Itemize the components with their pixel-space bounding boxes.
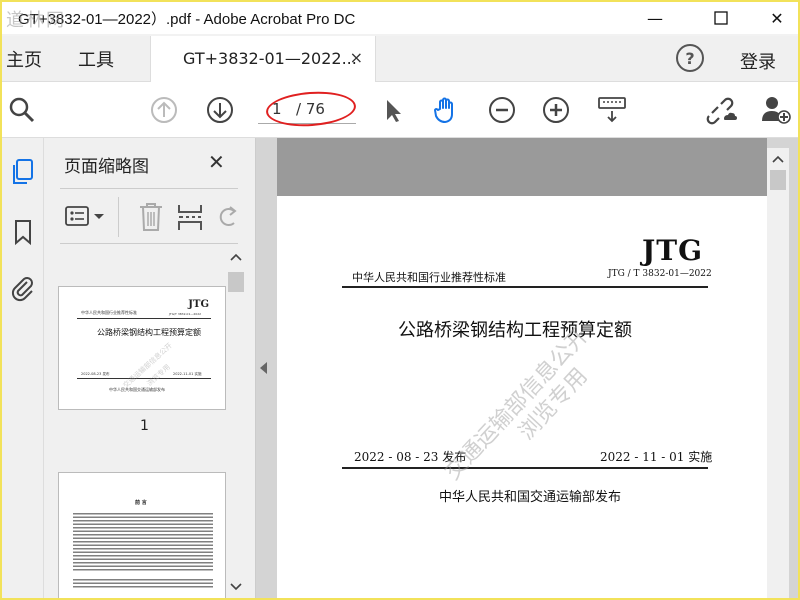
- document-scrollbar[interactable]: [767, 148, 789, 598]
- page-thumbnails-icon[interactable]: [7, 156, 39, 188]
- close-window-button[interactable]: ✕: [754, 2, 798, 34]
- tab-bar: 主页 工具 GT+3832-01—2022... × ? 登录: [2, 36, 798, 82]
- doc-standard-line: 中华人民共和国行业推荐性标准: [352, 271, 506, 284]
- pane-toolbar: [60, 188, 238, 244]
- thumb-code: JTG/T 3832-01—2022: [169, 312, 202, 316]
- pane-close-button[interactable]: ✕: [208, 150, 225, 174]
- doc-code: JTG / T 3832-01—2022: [608, 269, 712, 279]
- tab-home[interactable]: 主页: [6, 46, 42, 72]
- bookmark-icon[interactable]: [7, 216, 39, 248]
- help-button[interactable]: ?: [676, 44, 704, 72]
- login-button[interactable]: 登录: [740, 48, 776, 74]
- delete-page-icon[interactable]: [136, 201, 166, 233]
- tab-tools[interactable]: 工具: [78, 46, 114, 72]
- thumbnail-scroll-thumb[interactable]: [228, 272, 244, 292]
- share-link-icon[interactable]: [706, 94, 738, 126]
- page-down-icon[interactable]: [204, 94, 236, 126]
- insert-page-icon[interactable]: [176, 201, 206, 233]
- maximize-icon: [714, 11, 728, 25]
- doc-title: 公路桥梁钢结构工程预算定额: [398, 320, 632, 341]
- minimize-button[interactable]: —: [632, 2, 678, 34]
- pane-title: 页面缩略图: [64, 157, 149, 177]
- select-cursor-icon[interactable]: [376, 94, 408, 126]
- title-bar: GT+3832-01—2022）.pdf - Adobe Acrobat Pro…: [2, 2, 798, 34]
- page-up-icon[interactable]: [148, 94, 180, 126]
- doc-publisher: 中华人民共和国交通运输部发布: [439, 490, 622, 505]
- thumb-standard-line: 中华人民共和国行业推荐性标准: [81, 310, 137, 315]
- doc-jtg-logo: JTG: [642, 234, 703, 267]
- app-window: GT+3832-01—2022）.pdf - Adobe Acrobat Pro…: [0, 0, 800, 600]
- thumbnail-scrollbar[interactable]: [226, 248, 246, 598]
- hand-tool-icon[interactable]: [430, 94, 462, 126]
- keyboard-icon[interactable]: [596, 94, 628, 126]
- search-icon[interactable]: [6, 94, 38, 126]
- site-watermark: 道林网: [6, 10, 66, 31]
- thumbnail-page-number: 1: [140, 418, 149, 434]
- left-rail: [2, 138, 44, 598]
- thumb-publisher: 中华人民共和国交通运输部发布: [109, 387, 165, 392]
- thumb-title: 公路桥梁钢结构工程预算定额: [97, 328, 201, 337]
- document-scroll-thumb[interactable]: [770, 170, 786, 190]
- toolbar: [2, 82, 798, 138]
- attachment-icon[interactable]: [7, 272, 39, 304]
- thumb-implemented: 2022-11-01 实施: [173, 372, 202, 376]
- thumb-issued: 2022-08-23 发布: [81, 372, 110, 376]
- doc-bottom-rule: [342, 467, 708, 469]
- window-title: GT+3832-01—2022）.pdf - Adobe Acrobat Pro…: [18, 11, 356, 28]
- scroll-down-icon[interactable]: [230, 582, 242, 592]
- document-tab-label: GT+3832-01—2022...: [183, 49, 357, 68]
- doc-implemented-date: 2022 - 11 - 01 实施: [600, 450, 713, 464]
- document-tab[interactable]: GT+3832-01—2022... ×: [150, 36, 376, 82]
- thumb-jtg: JTG: [188, 299, 209, 310]
- maximize-button[interactable]: [698, 2, 744, 34]
- doc-top-rule: [342, 286, 708, 288]
- document-tab-close-button[interactable]: ×: [350, 48, 363, 67]
- zoom-in-icon[interactable]: [540, 94, 572, 126]
- scroll-up-icon[interactable]: [230, 252, 242, 262]
- add-user-icon[interactable]: [760, 94, 792, 126]
- doc-scroll-up-icon[interactable]: [772, 154, 784, 164]
- previous-page-area: [277, 138, 767, 196]
- thumb2-heading: 前 言: [135, 500, 147, 506]
- thumb2-body-text: [73, 511, 213, 571]
- rotate-page-icon[interactable]: [216, 201, 238, 233]
- collapse-pane-icon[interactable]: [260, 362, 267, 374]
- zoom-out-icon[interactable]: [486, 94, 518, 126]
- page-thumbnail-1[interactable]: JTG 中华人民共和国行业推荐性标准 JTG/T 3832-01—2022 公路…: [58, 286, 226, 410]
- page-thumbnail-2[interactable]: 前 言: [58, 472, 226, 598]
- thumbnail-options-icon[interactable]: [64, 203, 110, 231]
- thumbnail-pane: 页面缩略图 ✕ JTG 中华人民共和国行业推荐性标准 JTG/T 3832-01…: [44, 138, 256, 598]
